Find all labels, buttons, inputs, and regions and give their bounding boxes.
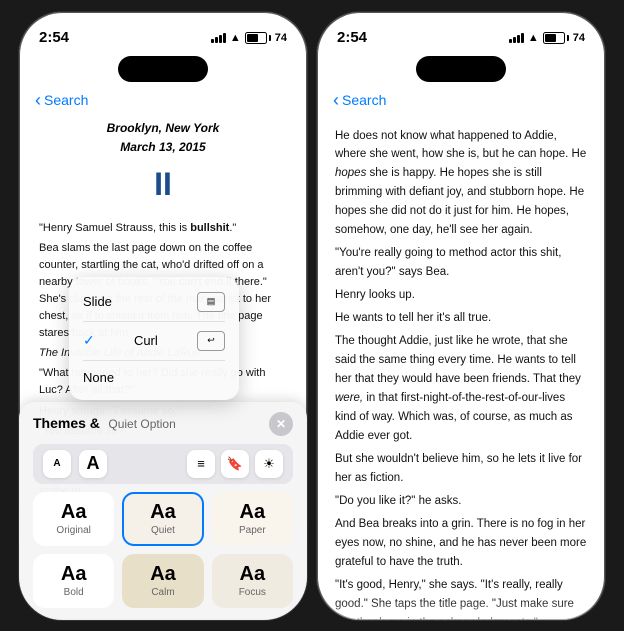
signal-bars: [211, 32, 226, 43]
dynamic-island: [118, 56, 208, 82]
theme-bold-name: Bold: [64, 587, 84, 598]
eye-icon: ☀: [263, 456, 275, 472]
right-book-content: He does not know what happened to Addie,…: [317, 119, 605, 621]
increase-font-button[interactable]: A: [79, 450, 107, 478]
theme-calm-aa: Aa: [150, 564, 176, 584]
quiet-option-label: Quiet Option: [108, 417, 175, 431]
slide-icon: ▤: [197, 292, 225, 312]
theme-quiet-aa: Aa: [150, 502, 176, 522]
battery-cap: [269, 35, 271, 41]
battery-icon: [245, 32, 271, 44]
themes-close-button[interactable]: ✕: [269, 412, 293, 436]
left-status-icons: ▲ 74: [211, 32, 287, 44]
large-a-label: A: [87, 453, 100, 474]
none-label: None: [83, 370, 114, 385]
theme-paper-aa: Aa: [240, 502, 266, 522]
bookmark-icon: 🔖: [227, 456, 243, 472]
theme-paper-name: Paper: [239, 525, 266, 536]
transition-popup: Slide ▤ ✓ Curl ↩ None: [69, 277, 239, 400]
themes-label: Themes &: [33, 415, 100, 431]
theme-bold-aa: Aa: [61, 564, 87, 584]
theme-focus-name: Focus: [239, 587, 266, 598]
transition-slide[interactable]: Slide ▤: [69, 283, 239, 321]
right-back-label: Search: [342, 92, 386, 108]
themes-panel: Themes & Quiet Option ✕ A A ≡: [19, 402, 307, 620]
right-battery-label: 74: [573, 32, 585, 44]
wifi-icon: ▲: [230, 32, 241, 44]
back-label: Search: [44, 92, 88, 108]
signal-bar-2: [215, 37, 218, 43]
theme-focus-aa: Aa: [240, 564, 266, 584]
right-wifi-icon: ▲: [528, 32, 539, 44]
left-time: 2:54: [39, 29, 69, 46]
right-dynamic-island: [416, 56, 506, 82]
right-nav-bar[interactable]: ‹ Search: [317, 86, 605, 119]
signal-bar-1: [211, 39, 214, 43]
slide-label: Slide: [83, 294, 112, 309]
book-header: Brooklyn, New York March 13, 2015 II: [39, 119, 287, 211]
right-status-icons: ▲ 74: [509, 32, 585, 44]
theme-original[interactable]: Aa Original: [33, 492, 114, 546]
themes-title: Themes & Quiet Option: [33, 415, 176, 433]
theme-quiet[interactable]: Aa Quiet: [122, 492, 203, 546]
theme-paper[interactable]: Aa Paper: [212, 492, 293, 546]
font-style-button[interactable]: ≡: [187, 450, 215, 478]
signal-bar-4: [223, 33, 226, 43]
small-a-label: A: [53, 458, 60, 469]
right-time: 2:54: [337, 29, 367, 46]
font-icon: ≡: [197, 456, 205, 471]
right-back-button[interactable]: ‹ Search: [333, 90, 386, 111]
right-status-bar: 2:54 ▲ 74: [317, 12, 605, 56]
theme-calm[interactable]: Aa Calm: [122, 554, 203, 608]
bookmark-button[interactable]: 🔖: [221, 450, 249, 478]
signal-bar-3: [219, 35, 222, 43]
right-signal-bars: [509, 32, 524, 43]
display-options-button[interactable]: ☀: [255, 450, 283, 478]
transition-curl[interactable]: ✓ Curl ↩: [69, 322, 239, 360]
themes-grid: Aa Original Aa Quiet Aa Paper Aa Bold Aa: [33, 492, 293, 608]
font-icons-row: ≡ 🔖 ☀: [187, 450, 283, 478]
theme-calm-name: Calm: [151, 587, 174, 598]
theme-original-aa: Aa: [61, 502, 87, 522]
theme-focus[interactable]: Aa Focus: [212, 554, 293, 608]
theme-bold[interactable]: Aa Bold: [33, 554, 114, 608]
transition-none[interactable]: None: [69, 361, 239, 394]
themes-header: Themes & Quiet Option ✕: [33, 412, 293, 436]
right-back-arrow-icon: ‹: [333, 90, 339, 111]
check-mark: ✓: [83, 332, 95, 349]
left-status-bar: 2:54 ▲ 74: [19, 12, 307, 56]
right-battery-icon: [543, 32, 569, 44]
theme-original-name: Original: [56, 525, 90, 536]
book-location: Brooklyn, New York March 13, 2015: [39, 119, 287, 157]
back-button[interactable]: ‹ Search: [35, 90, 88, 111]
curl-icon: ↩: [197, 331, 225, 351]
theme-quiet-name: Quiet: [151, 525, 175, 536]
book-chapter: II: [39, 159, 287, 210]
decrease-font-button[interactable]: A: [43, 450, 71, 478]
back-arrow-icon: ‹: [35, 90, 41, 111]
font-size-row: A A ≡ 🔖 ☀: [33, 444, 293, 484]
battery-fill: [247, 34, 259, 42]
right-phone: 2:54 ▲ 74: [316, 11, 606, 621]
phones-container: 2:54 ▲ 74: [10, 3, 614, 629]
left-nav-bar[interactable]: ‹ Search: [19, 86, 307, 119]
curl-label: Curl: [134, 333, 158, 348]
battery-label: 74: [275, 32, 287, 44]
left-phone: 2:54 ▲ 74: [18, 11, 308, 621]
